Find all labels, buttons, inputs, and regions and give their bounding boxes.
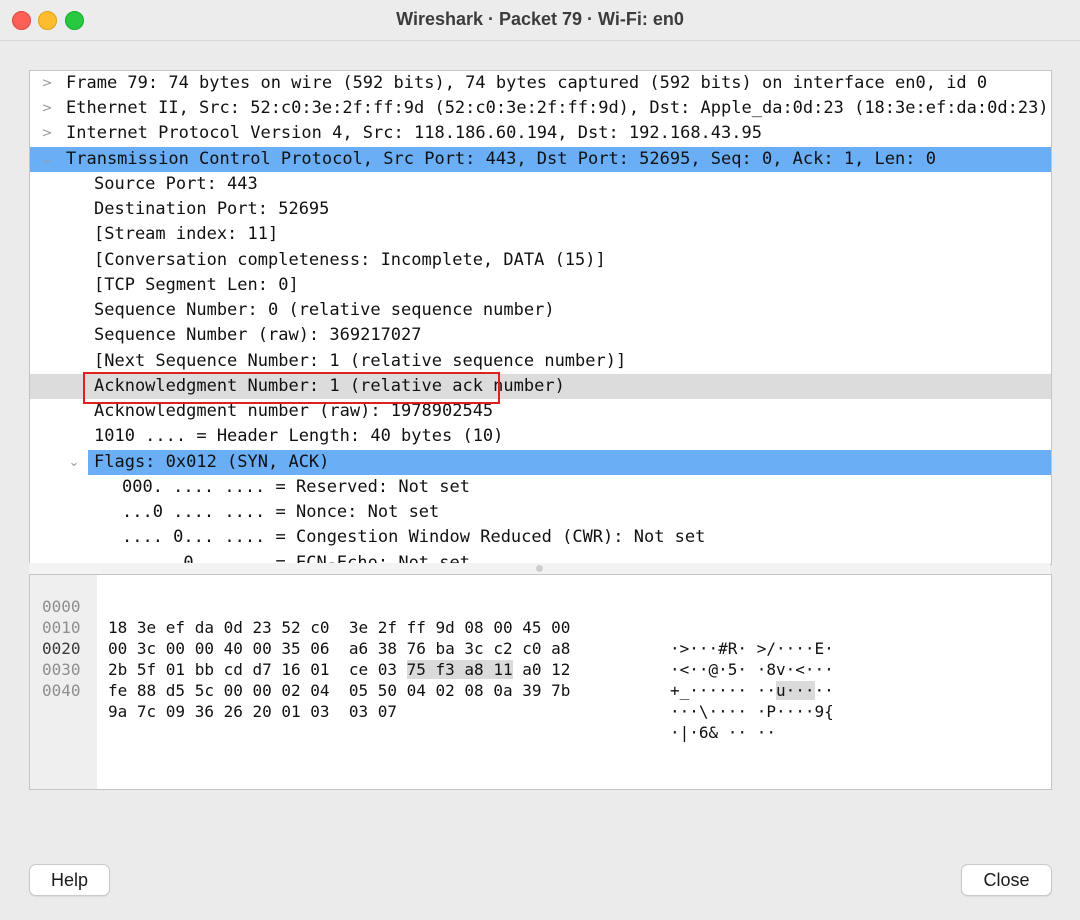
- hex-bytes: fe 88 d5 5c 00 00 02 04 05 50 04 02 08 0…: [108, 681, 571, 700]
- tree-row-stream-index[interactable]: [Stream index: 11]: [30, 222, 1051, 247]
- hex-row[interactable]: 0040 9a 7c 09 36 26 20 01 03 03 07 ·|·6&…: [30, 659, 1051, 742]
- tree-row-seq-number[interactable]: Sequence Number: 0 (relative sequence nu…: [30, 298, 1051, 323]
- hex-bytes: 9a 7c 09 36 26 20 01 03 03 07: [108, 702, 397, 721]
- tree-row-cwr[interactable]: .... 0... .... = Congestion Window Reduc…: [30, 525, 1051, 550]
- tree-row-segment-len[interactable]: [TCP Segment Len: 0]: [30, 273, 1051, 298]
- hex-row[interactable]: 0000 18 3e ef da 0d 23 52 c0 3e 2f ff 9d…: [30, 575, 1051, 658]
- tree-row-reserved[interactable]: 000. .... .... = Reserved: Not set: [30, 475, 1051, 500]
- tree-row-label: Frame 79: 74 bytes on wire (592 bits), 7…: [66, 73, 988, 93]
- hex-ascii: ·|·6& ·· ··: [670, 723, 776, 742]
- window-title: Wireshark · Packet 79 · Wi-Fi: en0: [396, 9, 684, 29]
- tree-row-label: Internet Protocol Version 4, Src: 118.18…: [66, 123, 762, 143]
- hex-row[interactable]: 0010 00 3c 00 00 40 00 35 06 a6 38 76 ba…: [30, 596, 1051, 679]
- tree-row-seq-raw[interactable]: Sequence Number (raw): 369217027: [30, 323, 1051, 348]
- tree-row-next-seq[interactable]: [Next Sequence Number: 1 (relative seque…: [30, 349, 1051, 374]
- splitter-handle-icon[interactable]: [536, 565, 543, 572]
- hex-ascii: ···\···· ·P····9{: [670, 702, 834, 721]
- tree-row-label: [Stream index: 11]: [94, 224, 279, 244]
- tree-row-frame[interactable]: > Frame 79: 74 bytes on wire (592 bits),…: [30, 71, 1051, 96]
- tree-row-label: Destination Port: 52695: [94, 199, 330, 219]
- packet-details-tree[interactable]: > Frame 79: 74 bytes on wire (592 bits),…: [29, 70, 1052, 565]
- expand-arrow-icon[interactable]: >: [40, 121, 54, 146]
- tree-row-label: [Next Sequence Number: 1 (relative seque…: [94, 351, 627, 371]
- tree-row-label: Flags: 0x012 (SYN, ACK): [94, 452, 330, 472]
- collapse-arrow-icon[interactable]: ⌄: [40, 147, 54, 172]
- annotation-highlight-box: [83, 372, 500, 404]
- tree-row-flags[interactable]: Flags: 0x012 (SYN, ACK): [88, 450, 1051, 475]
- tree-row-header-length[interactable]: 1010 .... = Header Length: 40 bytes (10): [30, 424, 1051, 449]
- expand-arrow-icon[interactable]: >: [40, 71, 54, 96]
- collapse-arrow-icon[interactable]: ⌄: [67, 450, 81, 475]
- tree-row-label: 000. .... .... = Reserved: Not set: [122, 477, 470, 497]
- hex-ascii-selected: u···: [775, 681, 815, 700]
- tree-row-ethernet[interactable]: > Ethernet II, Src: 52:c0:3e:2f:ff:9d (5…: [30, 96, 1051, 121]
- tree-row-destination-port[interactable]: Destination Port: 52695: [30, 197, 1051, 222]
- tree-row-label: ...0 .... .... = Nonce: Not set: [122, 502, 440, 522]
- tree-row-ipv4[interactable]: > Internet Protocol Version 4, Src: 118.…: [30, 121, 1051, 146]
- tree-row-nonce[interactable]: ...0 .... .... = Nonce: Not set: [30, 500, 1051, 525]
- pane-splitter[interactable]: [29, 563, 1050, 574]
- tree-row-label: [TCP Segment Len: 0]: [94, 275, 299, 295]
- tree-row-label: Transmission Control Protocol, Src Port:…: [66, 149, 936, 169]
- expand-arrow-icon[interactable]: >: [40, 96, 54, 121]
- packet-bytes-pane[interactable]: 0000 18 3e ef da 0d 23 52 c0 3e 2f ff 9d…: [29, 574, 1052, 790]
- tree-row-label: Source Port: 443: [94, 174, 258, 194]
- title-bar: Wireshark · Packet 79 · Wi-Fi: en0: [0, 0, 1080, 41]
- tree-row-conversation[interactable]: [Conversation completeness: Incomplete, …: [30, 248, 1051, 273]
- tree-row-source-port[interactable]: Source Port: 443: [30, 172, 1051, 197]
- hex-offset: 0040: [42, 681, 81, 700]
- tree-row-label: Sequence Number (raw): 369217027: [94, 325, 422, 345]
- help-button[interactable]: Help: [29, 864, 110, 896]
- tree-row-label: [Conversation completeness: Incomplete, …: [94, 250, 606, 270]
- tree-row-tcp[interactable]: ⌄ Transmission Control Protocol, Src Por…: [30, 147, 1051, 172]
- close-button[interactable]: Close: [961, 864, 1052, 896]
- hex-ascii: +_······ ··u·····: [670, 681, 834, 700]
- tree-row-label: Sequence Number: 0 (relative sequence nu…: [94, 300, 555, 320]
- tree-row-label: 1010 .... = Header Length: 40 bytes (10): [94, 426, 504, 446]
- tree-row-label: Ethernet II, Src: 52:c0:3e:2f:ff:9d (52:…: [66, 98, 1049, 118]
- hex-row[interactable]: 0020 2b 5f 01 bb cd d7 16 01 ce 03 75 f3…: [30, 617, 1051, 700]
- tree-row-label: .... 0... .... = Congestion Window Reduc…: [122, 527, 706, 547]
- hex-row[interactable]: 0030 fe 88 d5 5c 00 00 02 04 05 50 04 02…: [30, 638, 1051, 721]
